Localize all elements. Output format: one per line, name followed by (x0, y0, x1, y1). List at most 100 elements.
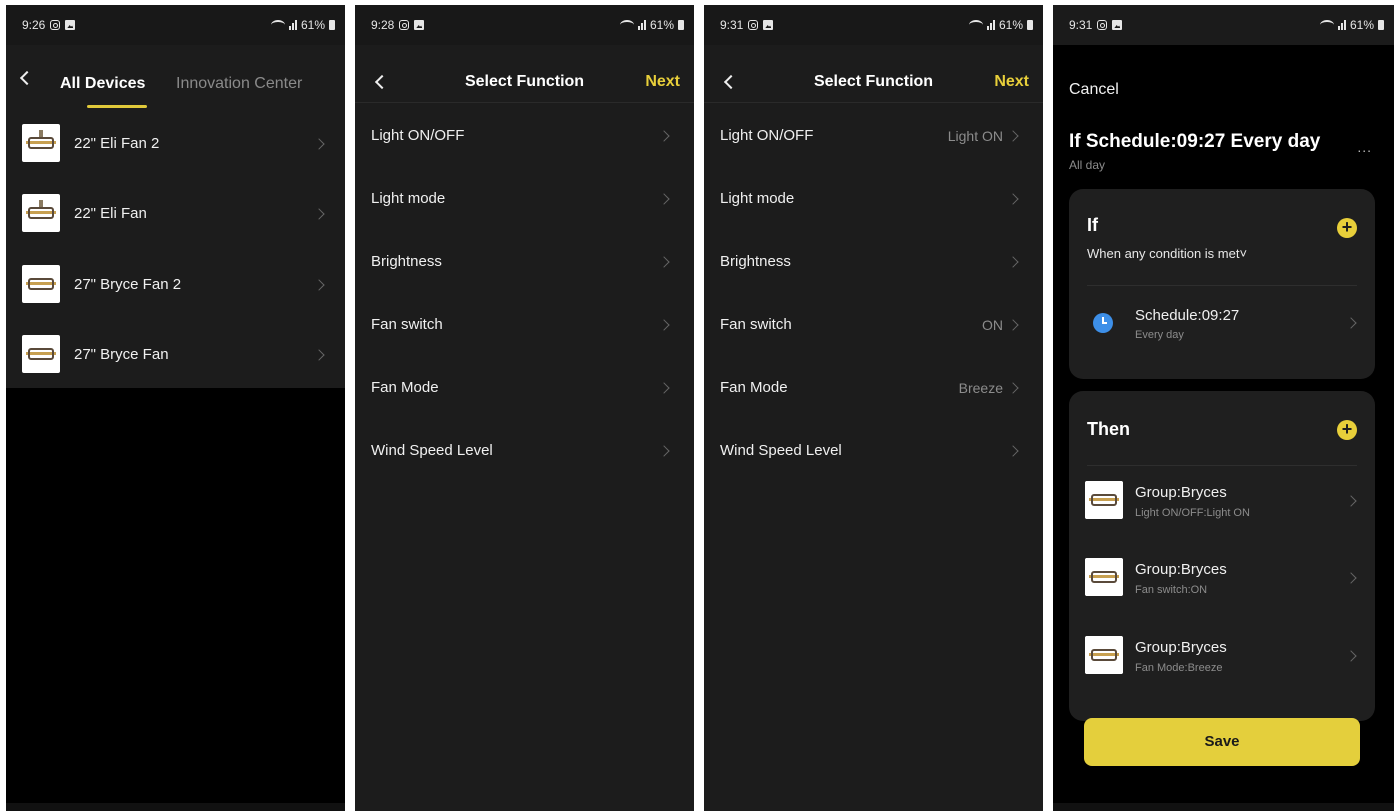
function-row-light-mode[interactable]: Light mode (704, 168, 1043, 231)
battery-icon (678, 20, 684, 30)
wifi-icon (619, 20, 634, 30)
screen-select-function: 9:28 61% Select Function Next Light ON/O… (355, 5, 694, 811)
signal-icon (288, 20, 297, 30)
chevron-right-icon (1007, 445, 1019, 457)
battery-percent: 61% (1349, 18, 1374, 32)
save-button[interactable]: Save (1084, 718, 1360, 766)
battery-icon (329, 20, 335, 30)
cancel-button[interactable]: Cancel (1069, 81, 1119, 99)
function-row-wind-speed[interactable]: Wind Speed Level (355, 420, 694, 483)
screen-all-devices: 9:26 61% All Devices Innovation Center 2… (6, 5, 345, 811)
instagram-icon (399, 20, 410, 30)
instagram-icon (1097, 20, 1108, 30)
tab-bar: All Devices Innovation Center (6, 45, 345, 109)
device-row[interactable]: 27" Bryce Fan (6, 319, 345, 389)
fan-thumbnail (1085, 558, 1123, 596)
battery-icon (1027, 20, 1033, 30)
condition-title: Schedule:09:27 (1135, 307, 1240, 324)
add-action-icon[interactable]: + (1337, 420, 1357, 440)
chevron-right-icon (658, 130, 670, 142)
divider (1087, 465, 1357, 466)
screen-select-function-filled: 9:31 61% Select Function Next Light ON/O… (704, 5, 1043, 811)
chevron-right-icon (1007, 382, 1019, 394)
action-title: Group:Bryces (1135, 484, 1227, 501)
fan-thumbnail (22, 194, 60, 232)
function-label: Light ON/OFF (371, 127, 465, 144)
then-heading: Then (1087, 419, 1130, 439)
function-row-fan-mode[interactable]: Fan Mode (355, 357, 694, 420)
action-subtitle: Light ON/OFF:Light ON (1135, 507, 1250, 519)
tab-all-devices[interactable]: All Devices (60, 75, 145, 93)
function-value: ON (982, 317, 1003, 333)
page-title: Select Function (464, 73, 585, 90)
wifi-icon (1319, 20, 1334, 30)
status-bar: 9:31 61% (704, 5, 1043, 45)
header: Select Function Next (704, 45, 1043, 103)
next-button[interactable]: Next (994, 73, 1029, 91)
chevron-right-icon (658, 319, 670, 331)
function-row-fan-mode[interactable]: Fan Mode Breeze (704, 357, 1043, 420)
battery-icon (1378, 20, 1384, 30)
if-card: If + When any condition is met˅ Schedule… (1069, 189, 1375, 379)
scene-subtitle: All day (1069, 158, 1106, 172)
function-label: Brightness (371, 253, 442, 270)
function-row-fan-switch[interactable]: Fan switch (355, 294, 694, 357)
action-title: Group:Bryces (1135, 561, 1227, 578)
status-bar: 9:26 61% (6, 5, 345, 45)
chevron-right-icon (1007, 193, 1019, 205)
function-row-light-onoff[interactable]: Light ON/OFF (355, 105, 694, 168)
device-row[interactable]: 27" Bryce Fan 2 (6, 249, 345, 319)
device-row[interactable]: 22" Eli Fan (6, 178, 345, 248)
chevron-right-icon (313, 349, 325, 361)
chevron-right-icon (1345, 495, 1357, 507)
chevron-right-icon (313, 138, 325, 150)
function-row-light-onoff[interactable]: Light ON/OFF Light ON (704, 105, 1043, 168)
header: Select Function Next (355, 45, 694, 103)
then-card: Then + Group:Bryces Light ON/OFF:Light O… (1069, 391, 1375, 721)
chevron-right-icon (1345, 650, 1357, 662)
if-heading: If (1087, 215, 1098, 235)
signal-icon (637, 20, 646, 30)
action-subtitle: Fan switch:ON (1135, 584, 1208, 596)
function-label: Light ON/OFF (720, 127, 814, 144)
add-condition-icon[interactable]: + (1337, 218, 1357, 238)
function-row-light-mode[interactable]: Light mode (355, 168, 694, 231)
function-label: Light mode (371, 190, 446, 207)
device-name: 22" Eli Fan (74, 205, 147, 222)
chevron-right-icon (658, 193, 670, 205)
gallery-icon (763, 20, 774, 30)
device-row[interactable]: 22" Eli Fan 2 (6, 108, 345, 178)
chevron-right-icon (1345, 572, 1357, 584)
function-label: Fan Mode (720, 379, 788, 396)
fan-thumbnail (1085, 636, 1123, 674)
chevron-right-icon (658, 382, 670, 394)
function-label: Brightness (720, 253, 791, 270)
tab-innovation-center[interactable]: Innovation Center (176, 75, 302, 93)
status-time: 9:31 (1069, 18, 1093, 32)
instagram-icon (748, 20, 759, 30)
clock-icon (1093, 313, 1113, 333)
fan-thumbnail (22, 335, 60, 373)
instagram-icon (50, 20, 61, 30)
function-value: Light ON (947, 128, 1003, 144)
status-time: 9:26 (22, 18, 46, 32)
chevron-right-icon (1345, 317, 1357, 329)
condition-subtitle: Every day (1135, 329, 1184, 341)
more-options-icon[interactable]: ... (1357, 139, 1372, 155)
chevron-right-icon (1007, 130, 1019, 142)
status-time: 9:31 (720, 18, 744, 32)
status-bar: 9:31 61% (1053, 5, 1394, 45)
device-name: 22" Eli Fan 2 (74, 135, 160, 152)
chevron-right-icon (658, 256, 670, 268)
device-name: 27" Bryce Fan 2 (74, 276, 182, 293)
condition-mode-dropdown[interactable]: When any condition is met˅ (1087, 246, 1247, 261)
nav-bar (6, 803, 345, 811)
function-row-fan-switch[interactable]: Fan switch ON (704, 294, 1043, 357)
function-row-brightness[interactable]: Brightness (355, 231, 694, 294)
function-row-wind-speed[interactable]: Wind Speed Level (704, 420, 1043, 483)
back-arrow-icon[interactable] (19, 70, 35, 86)
function-row-brightness[interactable]: Brightness (704, 231, 1043, 294)
chevron-right-icon (658, 445, 670, 457)
next-button[interactable]: Next (645, 73, 680, 91)
function-label: Fan Mode (371, 379, 439, 396)
